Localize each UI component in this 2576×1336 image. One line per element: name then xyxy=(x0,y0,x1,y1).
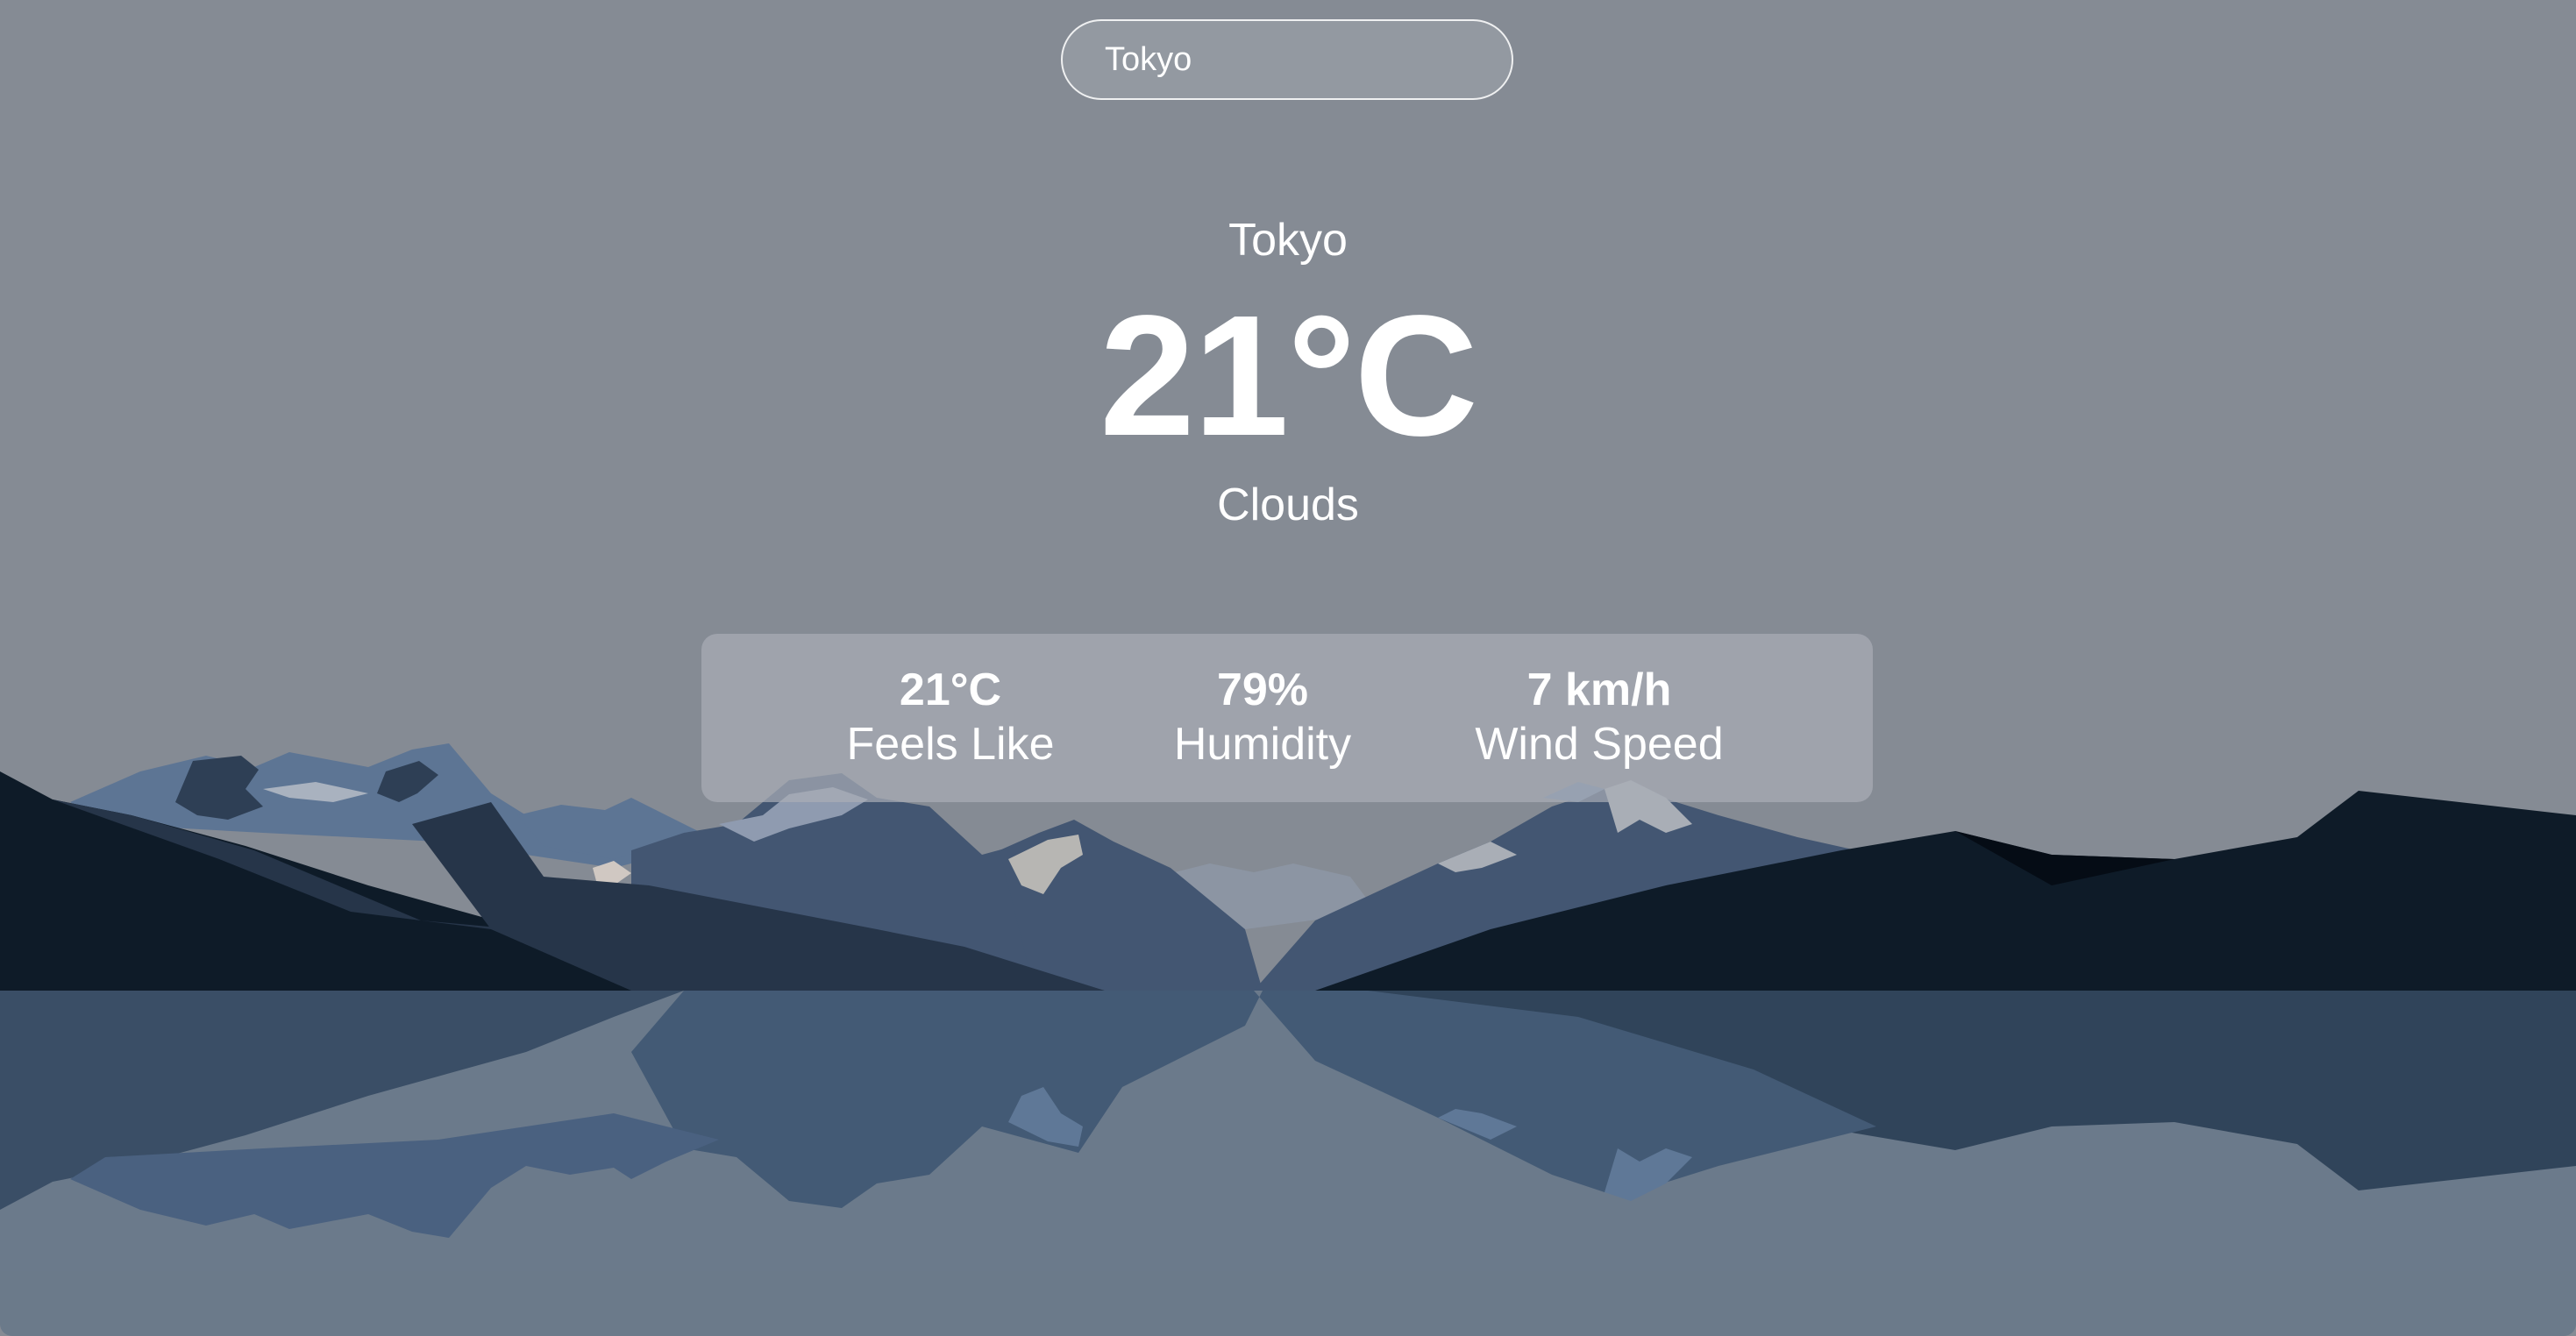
feels-like-label: Feels Like xyxy=(846,719,1055,770)
temperature-value: 21°C xyxy=(1099,280,1478,472)
humidity-stat: 79% Humidity xyxy=(1114,664,1412,772)
current-weather: Tokyo 21°C Clouds xyxy=(0,209,2576,537)
search-bar[interactable] xyxy=(1061,19,1513,100)
lake xyxy=(0,991,2576,1336)
wind-speed-label: Wind Speed xyxy=(1475,719,1724,770)
city-name: Tokyo xyxy=(1228,215,1348,266)
feels-like-stat: 21°C Feels Like xyxy=(801,664,1099,772)
humidity-value: 79% xyxy=(1216,664,1309,715)
feels-like-value: 21°C xyxy=(899,664,1002,715)
city-search-input[interactable] xyxy=(1061,19,1513,100)
wind-speed-stat: 7 km/h Wind Speed xyxy=(1450,664,1748,772)
weather-details-panel: 21°C Feels Like 79% Humidity 7 km/h Wind… xyxy=(701,634,1873,802)
weather-app: Tokyo 21°C Clouds 21°C Feels Like 79% Hu… xyxy=(0,0,2576,1336)
humidity-label: Humidity xyxy=(1173,719,1352,770)
weather-condition: Clouds xyxy=(1217,480,1359,530)
wind-speed-value: 7 km/h xyxy=(1526,664,1672,715)
